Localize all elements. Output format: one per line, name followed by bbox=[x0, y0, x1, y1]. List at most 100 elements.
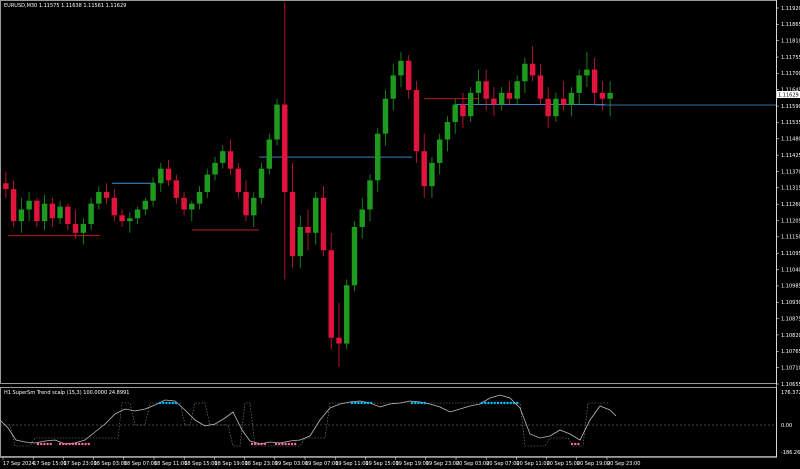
bull-signal-dot bbox=[484, 401, 487, 405]
time-tick-label: 20 Sep 07:00 bbox=[486, 461, 519, 467]
bear-signal-dot bbox=[58, 442, 62, 446]
candle bbox=[390, 63, 396, 111]
candle bbox=[413, 81, 420, 163]
price-tick-label: 1.10930 bbox=[781, 300, 800, 306]
candle bbox=[382, 89, 389, 146]
candle bbox=[220, 145, 226, 169]
candle-body bbox=[41, 203, 48, 222]
candle-body bbox=[227, 151, 234, 169]
bear-signal-dot bbox=[43, 442, 46, 446]
bull-signal-dot bbox=[360, 401, 363, 405]
bull-signal-dot bbox=[370, 401, 373, 405]
candle bbox=[607, 81, 613, 117]
chart-window: EURUSD,M30 1.11575 1.11638 1.11561 1.116… bbox=[0, 0, 800, 467]
time-tick-label: 18 Sep 19:00 bbox=[214, 461, 247, 467]
time-tick-label: 17 Sep 15:00 bbox=[33, 461, 66, 467]
candle-body bbox=[243, 192, 249, 216]
candle-body bbox=[111, 197, 118, 216]
price-axis-ticks: 1.11920 1.11865 1.11810 1.11755 1.11700 1.116… bbox=[776, 6, 800, 388]
candle bbox=[243, 180, 249, 222]
candle-body bbox=[204, 174, 211, 192]
candle bbox=[34, 197, 40, 227]
candle bbox=[436, 133, 443, 175]
bull-signal-dot bbox=[158, 401, 162, 405]
candle-body bbox=[498, 92, 505, 105]
candle bbox=[491, 87, 497, 117]
candle bbox=[134, 206, 141, 225]
candle-body bbox=[568, 92, 575, 105]
candlesticks bbox=[3, 2, 613, 367]
time-tick-label: 20 Sep 23:00 bbox=[607, 461, 640, 467]
candle bbox=[367, 174, 373, 222]
price-tick-label: 1.10655 bbox=[781, 382, 800, 388]
candle-body bbox=[127, 218, 133, 222]
candle-body bbox=[599, 92, 606, 99]
candle bbox=[537, 63, 544, 105]
candle bbox=[88, 197, 94, 230]
candle bbox=[568, 87, 575, 117]
bear-signal-dot bbox=[254, 442, 257, 446]
bear-signal-dot bbox=[62, 442, 65, 446]
candle-body bbox=[576, 75, 582, 93]
candle-body bbox=[34, 200, 40, 222]
candle bbox=[282, 2, 288, 280]
bull-signal-dot bbox=[493, 401, 496, 405]
bull-signal-dot bbox=[506, 401, 509, 405]
candle-body bbox=[26, 200, 32, 210]
candle-body bbox=[88, 203, 94, 225]
indicator-band-upper bbox=[0, 402, 610, 447]
bull-signal-dot bbox=[480, 401, 484, 405]
candle-body bbox=[80, 224, 87, 233]
candle bbox=[3, 171, 9, 198]
bear-signal-dot bbox=[278, 442, 281, 446]
candle-body bbox=[313, 197, 319, 233]
bull-signal-dot bbox=[414, 401, 417, 405]
indicator-signal-dots bbox=[36, 401, 580, 446]
bear-signal-dot bbox=[274, 442, 278, 446]
candle-body bbox=[103, 192, 110, 198]
bear-signal-dot bbox=[74, 442, 78, 446]
candle-body bbox=[142, 200, 149, 210]
candle bbox=[57, 200, 63, 225]
candle-body bbox=[444, 122, 451, 140]
candle bbox=[72, 209, 79, 239]
candle bbox=[10, 180, 17, 227]
candle-body bbox=[18, 209, 25, 222]
indicator-tick-label: 176.3727 bbox=[781, 390, 800, 396]
bear-signal-dot bbox=[577, 442, 580, 446]
bull-signal-dot bbox=[171, 401, 174, 405]
candle bbox=[522, 57, 528, 93]
time-tick-label: 18 Sep 15:00 bbox=[184, 461, 217, 467]
candle bbox=[274, 98, 280, 146]
candle-body bbox=[282, 104, 288, 192]
candle bbox=[506, 81, 513, 105]
bull-signal-dot bbox=[420, 401, 423, 405]
candle bbox=[119, 209, 125, 227]
bear-signal-dot bbox=[284, 442, 287, 446]
candle bbox=[80, 218, 87, 245]
price-tick-label: 1.11205 bbox=[781, 218, 800, 224]
bull-signal-dot bbox=[162, 401, 165, 405]
bear-signal-dot bbox=[570, 442, 574, 446]
candle-body bbox=[72, 224, 79, 233]
candle-body bbox=[584, 69, 590, 76]
bull-signal-dot bbox=[496, 401, 500, 405]
candle-body bbox=[413, 89, 420, 152]
price-tick-label: 1.11700 bbox=[781, 71, 800, 77]
candle bbox=[576, 69, 582, 105]
candle-body bbox=[475, 81, 482, 93]
candle bbox=[150, 177, 156, 207]
support-resistance-levels bbox=[8, 98, 605, 237]
current-price-label: 1.11629 bbox=[778, 93, 799, 99]
candle-body bbox=[158, 168, 164, 184]
bull-signal-dot bbox=[500, 401, 503, 405]
bear-signal-dot bbox=[71, 442, 75, 446]
candle bbox=[289, 162, 296, 268]
candle bbox=[429, 157, 435, 198]
window-title: EURUSD,M30 1.11575 1.11638 1.11561 1.116… bbox=[4, 3, 126, 9]
candle-body bbox=[514, 81, 520, 99]
candle bbox=[336, 302, 342, 367]
bull-signal-dot bbox=[366, 401, 370, 405]
bull-signal-dot bbox=[350, 401, 354, 405]
candle bbox=[305, 209, 311, 251]
